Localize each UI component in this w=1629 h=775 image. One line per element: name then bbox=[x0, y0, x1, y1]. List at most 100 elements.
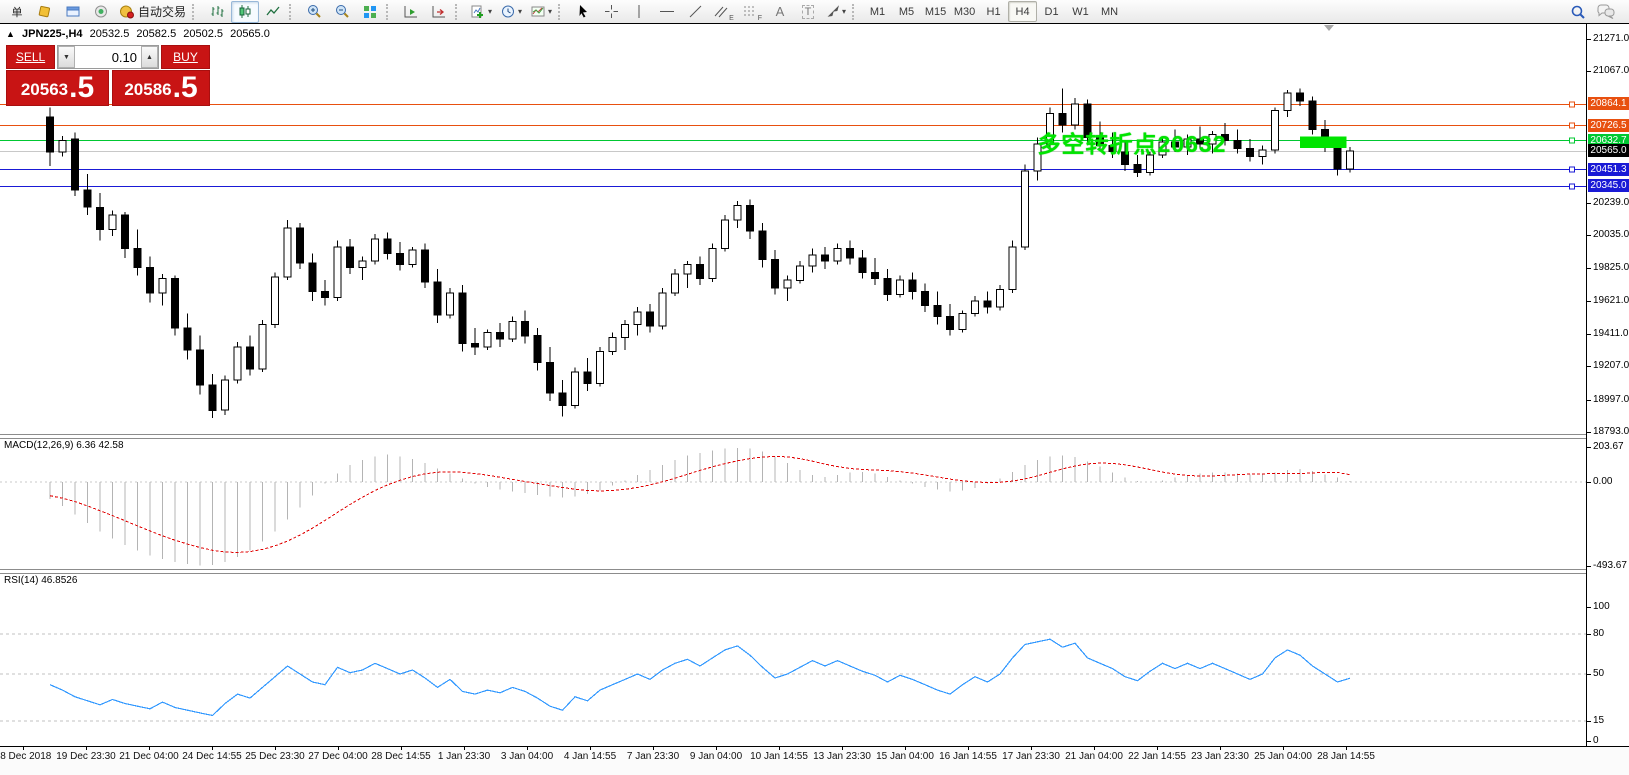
time-tick-label: 22 Jan 14:55 bbox=[1128, 751, 1186, 762]
buy-price-display[interactable]: 20586.5 bbox=[112, 70, 210, 106]
new-order-button[interactable]: 单 bbox=[3, 1, 31, 23]
price-tick-label: 20035.0 bbox=[1593, 229, 1629, 240]
level-price-label: 20345.0 bbox=[1588, 179, 1629, 192]
auto-scroll-button[interactable] bbox=[397, 1, 425, 23]
one-click-collapse-arrow[interactable]: ▲ bbox=[6, 29, 15, 39]
time-tick-mark bbox=[590, 747, 591, 750]
price-tick-mark bbox=[1587, 235, 1591, 236]
macd-tick-label: 203.67 bbox=[1593, 441, 1624, 452]
templates-icon bbox=[530, 4, 546, 19]
ohlc-open: 20532.5 bbox=[90, 28, 130, 40]
toolbar-separator bbox=[289, 4, 296, 20]
time-tick-mark bbox=[1220, 747, 1221, 750]
autotrade-button[interactable]: 自动交易 bbox=[115, 1, 190, 23]
text-tool-icon: A bbox=[776, 4, 785, 19]
rsi-tick-label: 15 bbox=[1593, 715, 1604, 726]
level-anchor[interactable] bbox=[1570, 123, 1575, 128]
chart-shift-button[interactable] bbox=[425, 1, 453, 23]
price-scale[interactable]: 21271.021067.020239.020035.019825.019621… bbox=[1586, 24, 1629, 746]
search-icon bbox=[1570, 4, 1586, 20]
volume-decrease-button[interactable]: ▼ bbox=[58, 46, 75, 68]
tab-timeframe-m30[interactable]: M30 bbox=[950, 1, 979, 22]
terminal-button[interactable] bbox=[59, 1, 87, 23]
horizontal-line-tool-button[interactable] bbox=[653, 1, 681, 23]
tab-timeframe-d1[interactable]: D1 bbox=[1037, 1, 1066, 22]
level-anchor[interactable] bbox=[1570, 184, 1575, 189]
pane-divider-rsi[interactable] bbox=[0, 569, 1629, 574]
periods-button[interactable]: ▾ bbox=[496, 1, 526, 23]
tab-timeframe-m5[interactable]: M5 bbox=[892, 1, 921, 22]
trendline-tool-button[interactable] bbox=[681, 1, 709, 23]
volume-increase-button[interactable]: ▲ bbox=[141, 46, 158, 68]
vertical-line-tool-button[interactable] bbox=[625, 1, 653, 23]
buy-button[interactable]: BUY bbox=[161, 45, 210, 69]
cursor-tool-button[interactable] bbox=[569, 1, 597, 23]
price-tick-mark bbox=[1587, 432, 1591, 433]
candlestick-chart-button[interactable] bbox=[231, 1, 259, 23]
time-tick-mark bbox=[149, 747, 150, 750]
ohlc-high: 20582.5 bbox=[136, 28, 176, 40]
price-tick-label: 18997.0 bbox=[1593, 394, 1629, 405]
price-tick-label: 19207.0 bbox=[1593, 360, 1629, 371]
chart-header: ▲ JPN225-,H4 20532.5 20582.5 20502.5 205… bbox=[6, 28, 274, 40]
level-anchor[interactable] bbox=[1570, 102, 1575, 107]
tile-windows-button[interactable] bbox=[356, 1, 384, 23]
time-tick-label: 21 Dec 04:00 bbox=[119, 751, 179, 762]
time-tick-mark bbox=[1283, 747, 1284, 750]
time-tick-mark bbox=[779, 747, 780, 750]
rsi-indicator-label: RSI(14) 46.8526 bbox=[4, 575, 77, 586]
time-tick-label: 28 Jan 14:55 bbox=[1317, 751, 1375, 762]
tab-timeframe-h1[interactable]: H1 bbox=[979, 1, 1008, 22]
market-watch-button[interactable] bbox=[31, 1, 59, 23]
price-tick-mark bbox=[1587, 334, 1591, 335]
chat-icon bbox=[1596, 4, 1616, 20]
indicators-button[interactable]: ▾ bbox=[466, 1, 496, 23]
templates-caret: ▾ bbox=[548, 7, 552, 16]
macd-values: 6.36 42.58 bbox=[76, 440, 123, 451]
vertical-line-icon bbox=[634, 4, 644, 19]
rsi-tick-label: 0 bbox=[1593, 735, 1599, 746]
rsi-tick-label: 50 bbox=[1593, 668, 1604, 679]
time-tick-label: 1 Jan 23:30 bbox=[438, 751, 490, 762]
tab-timeframe-h4[interactable]: H4 bbox=[1008, 1, 1037, 22]
sell-button[interactable]: SELL bbox=[6, 45, 55, 69]
fibonacci-tool-button[interactable]: F bbox=[738, 1, 766, 23]
time-scale[interactable]: 18 Dec 201819 Dec 23:3021 Dec 04:0024 De… bbox=[0, 746, 1629, 775]
bar-chart-button[interactable] bbox=[203, 1, 231, 23]
tab-timeframe-m15[interactable]: M15 bbox=[921, 1, 950, 22]
pane-divider-macd[interactable] bbox=[0, 434, 1629, 439]
templates-button[interactable]: ▾ bbox=[526, 1, 556, 23]
level-anchor[interactable] bbox=[1570, 138, 1575, 143]
volume-input[interactable] bbox=[75, 46, 141, 68]
autotrade-icon bbox=[119, 4, 135, 19]
annotation-highlight-box[interactable] bbox=[1300, 137, 1346, 148]
zoom-in-button[interactable] bbox=[300, 1, 328, 23]
text-tool-button[interactable]: A bbox=[766, 1, 794, 23]
price-chart-canvas[interactable] bbox=[0, 24, 1629, 774]
price-tick-mark bbox=[1587, 366, 1591, 367]
search-button[interactable] bbox=[1564, 1, 1592, 23]
chart-annotation-text: 多空转折点20632 bbox=[1038, 125, 1227, 159]
sell-price-display[interactable]: 20563.5 bbox=[6, 70, 109, 106]
time-tick-label: 25 Dec 23:30 bbox=[245, 751, 305, 762]
time-tick-mark bbox=[23, 747, 24, 750]
tab-timeframe-w1[interactable]: W1 bbox=[1066, 1, 1095, 22]
pane-resize-grip[interactable] bbox=[1324, 25, 1334, 31]
expert-advisors-button[interactable] bbox=[87, 1, 115, 23]
line-chart-button[interactable] bbox=[259, 1, 287, 23]
channel-tool-button[interactable]: E bbox=[709, 1, 738, 23]
level-anchor[interactable] bbox=[1570, 167, 1575, 172]
periods-caret: ▾ bbox=[518, 7, 522, 16]
tab-timeframe-mn[interactable]: MN bbox=[1095, 1, 1124, 22]
rsi-tick-mark bbox=[1587, 741, 1591, 742]
label-tool-button[interactable]: T bbox=[794, 1, 822, 23]
level-price-label: 20451.3 bbox=[1588, 163, 1629, 176]
toolbar-separator bbox=[558, 4, 565, 20]
tab-timeframe-m1[interactable]: M1 bbox=[863, 1, 892, 22]
macd-signal-line bbox=[50, 456, 1350, 552]
zoom-out-button[interactable] bbox=[328, 1, 356, 23]
crosshair-tool-button[interactable] bbox=[597, 1, 625, 23]
arrows-tool-button[interactable]: ▾ bbox=[822, 1, 850, 23]
chat-button[interactable] bbox=[1592, 1, 1620, 23]
time-tick-label: 13 Jan 23:30 bbox=[813, 751, 871, 762]
